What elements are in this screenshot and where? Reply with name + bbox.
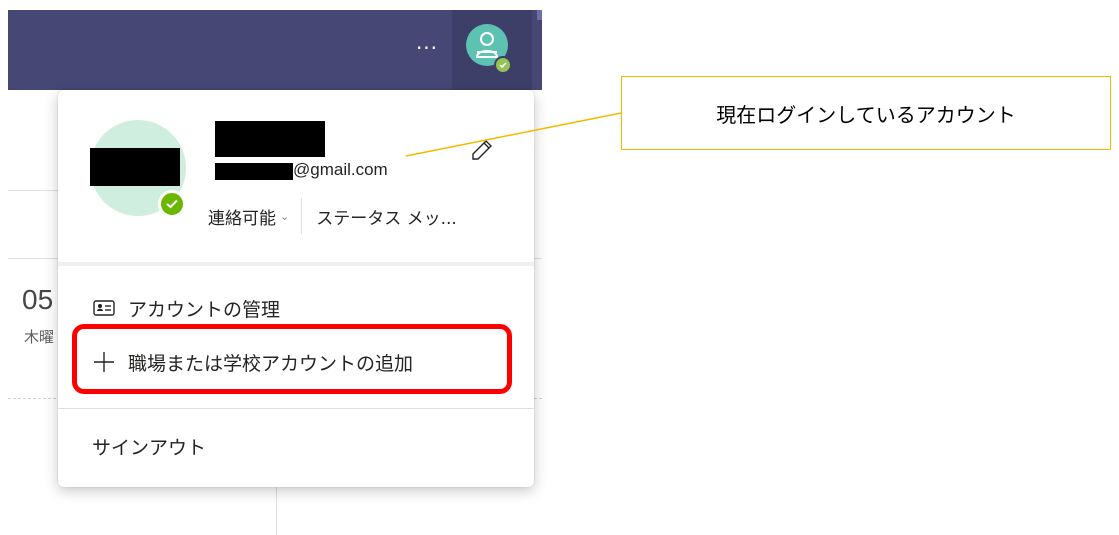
callout-text: 現在ログインしているアカウント: [716, 102, 1016, 127]
annotation-callout: 現在ログインしているアカウント: [621, 76, 1111, 150]
